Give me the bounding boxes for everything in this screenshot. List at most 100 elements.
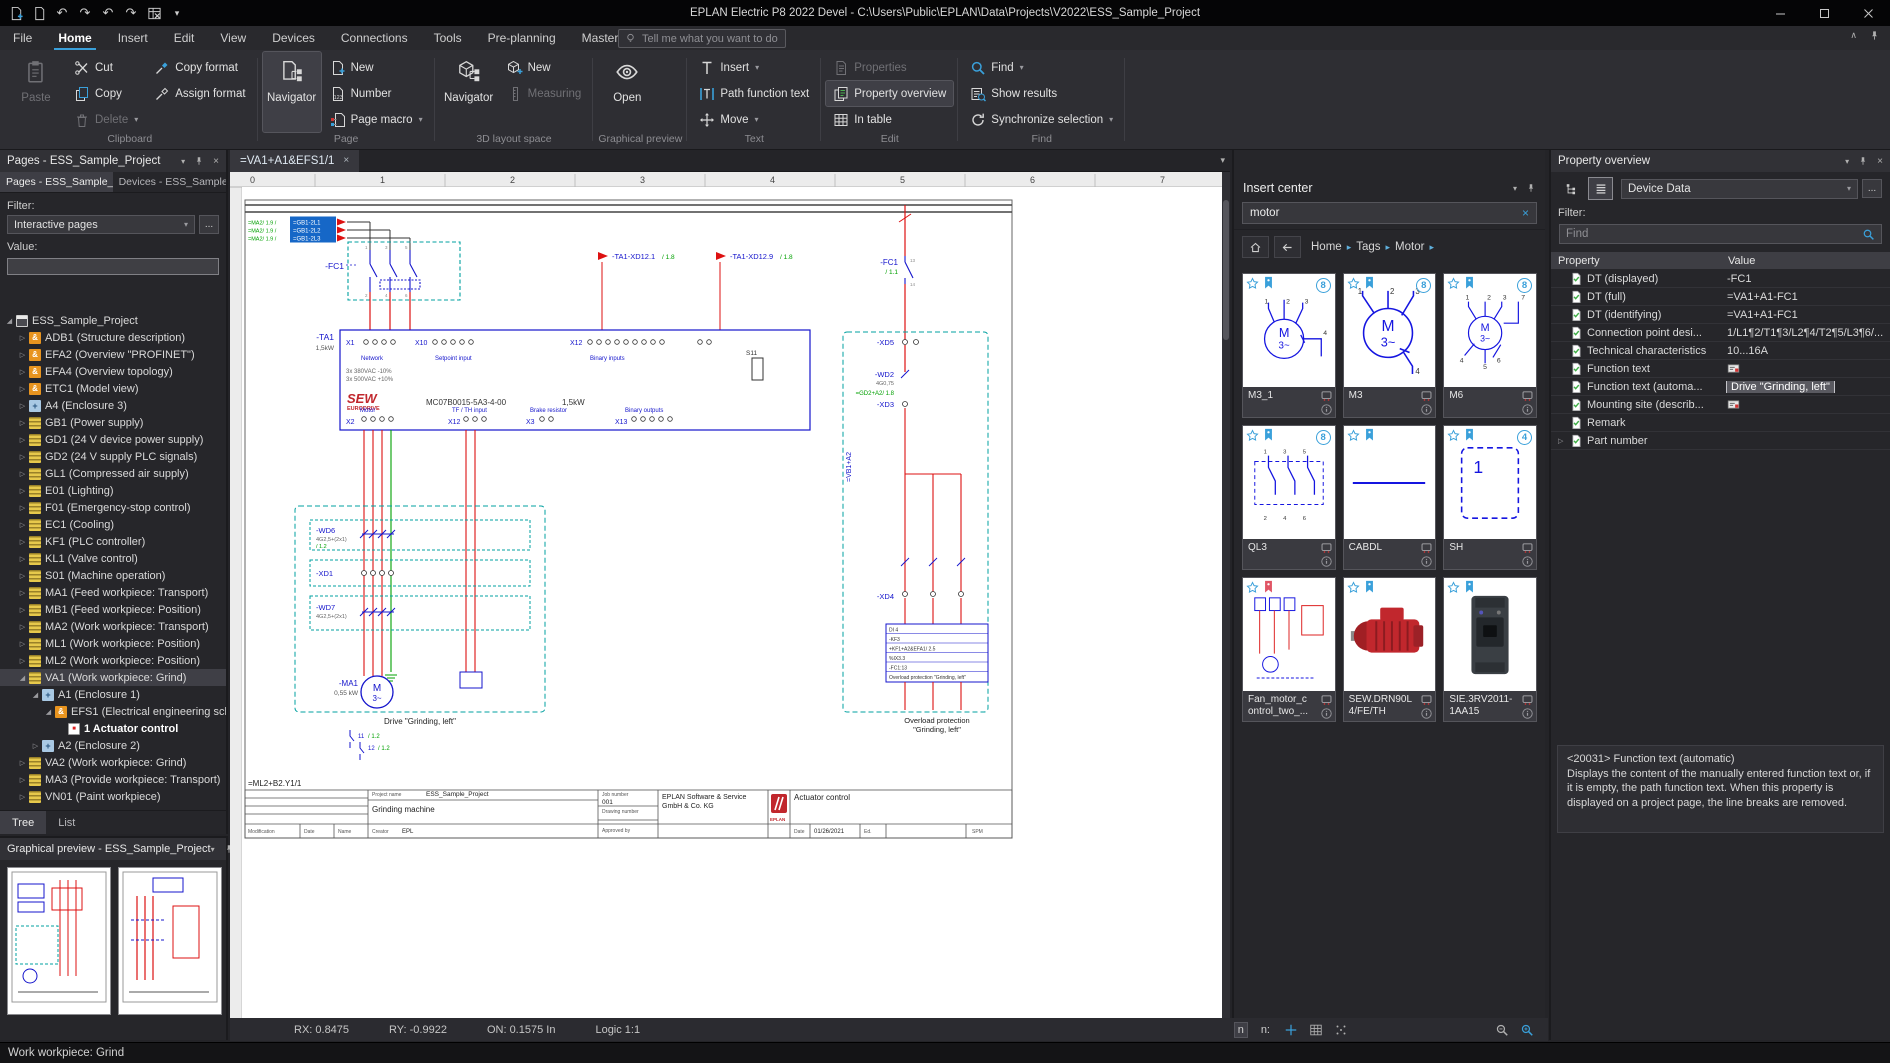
chevron-down-icon[interactable]: ▾	[211, 845, 215, 854]
tree-expander[interactable]: ▷	[17, 521, 28, 529]
assign-format-button[interactable]: Assign format	[147, 81, 252, 106]
multiline-edit-icon[interactable]	[1727, 362, 1740, 375]
insert-tile-m3-1[interactable]: 1234M3~8M3_1	[1242, 273, 1336, 418]
macro-variant-icon[interactable]	[1420, 693, 1433, 706]
copy-format-button[interactable]: Copy format	[147, 55, 252, 80]
insert-tile-fan-motor-c[interactable]: Fan_motor_control_two_...	[1242, 577, 1336, 722]
clear-search-icon[interactable]: ×	[1522, 206, 1529, 220]
zoom-in-icon[interactable]	[1520, 1023, 1534, 1037]
insert-mode-alt-icon[interactable]: n:	[1258, 1023, 1273, 1037]
property-value-cell[interactable]	[1723, 398, 1890, 411]
doc-tab-devices[interactable]: Devices - ESS_Sample_Pr...	[113, 172, 226, 192]
tree-expander[interactable]: ▷	[17, 555, 28, 563]
tree-expander[interactable]: ▷	[17, 572, 28, 580]
bookmark-icon[interactable]	[1464, 276, 1475, 290]
toolbar-options-icon[interactable]: ▾	[167, 3, 187, 23]
macro-variant-icon[interactable]	[1420, 541, 1433, 554]
tree-item[interactable]: ▷&EFA2 (Overview "PROFINET")	[0, 346, 226, 363]
chevron-down-icon[interactable]: ▾	[1845, 157, 1849, 166]
tree-expander[interactable]: ▷	[17, 470, 28, 478]
property-row[interactable]: Technical characteristics10...16A	[1551, 342, 1890, 360]
navigator-button[interactable]: Navigator	[440, 52, 498, 132]
insert-tile-sew-drn90l[interactable]: SEW.DRN90L4/FE/TH	[1343, 577, 1437, 722]
info-icon[interactable]	[1320, 403, 1333, 416]
tree-item[interactable]: ◢&EFS1 (Electrical engineering schem...	[0, 703, 226, 720]
property-row[interactable]: Function text	[1551, 360, 1890, 378]
tree-item[interactable]: ▷KF1 (PLC controller)	[0, 533, 226, 550]
in-table-button[interactable]: In table	[826, 107, 953, 132]
property-row[interactable]: Connection point desi...1/L1¶2/T1¶3/L2¶4…	[1551, 324, 1890, 342]
cut-button[interactable]: Cut	[67, 55, 145, 80]
undo-icon[interactable]: ↶	[52, 3, 72, 23]
path-function-text-button[interactable]: Path function text	[692, 81, 816, 106]
tree-expander[interactable]: ▷	[17, 402, 28, 410]
tree-expander[interactable]: ▷	[17, 589, 28, 597]
tree-expander[interactable]: ◢	[17, 674, 28, 682]
property-value-cell[interactable]: -FC1	[1723, 273, 1890, 285]
favorite-star-icon[interactable]	[1246, 581, 1259, 594]
tree-expander[interactable]: ▷	[17, 606, 28, 614]
pin-icon[interactable]	[194, 156, 204, 166]
tree-expander[interactable]: ▷	[17, 623, 28, 631]
tree-item[interactable]: ◢+A1 (Enclosure 1)	[0, 686, 226, 703]
crosshair-icon[interactable]	[1284, 1023, 1298, 1037]
bookmark-icon[interactable]	[1464, 428, 1475, 442]
favorite-star-icon[interactable]	[1447, 429, 1460, 442]
tree-item[interactable]: ▷ML1 (Work workpiece: Position)	[0, 635, 226, 652]
ribbon-tab-home[interactable]: Home	[45, 26, 104, 50]
property-value-cell[interactable]	[1723, 362, 1890, 375]
tree-item[interactable]: ▷EC1 (Cooling)	[0, 516, 226, 533]
macro-variant-icon[interactable]	[1320, 541, 1333, 554]
ribbon-tab-insert[interactable]: Insert	[105, 26, 161, 50]
macro-variant-icon[interactable]	[1521, 541, 1534, 554]
page-macro-button[interactable]: Page macro▾	[323, 107, 430, 132]
tree-expander[interactable]: ▷	[17, 385, 28, 393]
tree-item[interactable]: ▷VA2 (Work workpiece: Grind)	[0, 754, 226, 771]
insert-tile-m6[interactable]: 1237456M3~8M6	[1443, 273, 1537, 418]
navigator-button[interactable]: Navigator	[263, 52, 321, 132]
minimize-button[interactable]	[1758, 0, 1802, 26]
number-button[interactable]: 123Number	[323, 81, 430, 106]
tree-expander[interactable]: ▷	[30, 742, 41, 750]
info-icon[interactable]	[1320, 555, 1333, 568]
maximize-button[interactable]	[1802, 0, 1846, 26]
document-tab[interactable]: =VA1+A1&EFS1/1 ×	[230, 150, 359, 172]
tree-item[interactable]: ▷GD2 (24 V supply PLC signals)	[0, 448, 226, 465]
home-button[interactable]	[1242, 236, 1269, 258]
tree-item[interactable]: ▷+A4 (Enclosure 3)	[0, 397, 226, 414]
insert-tile-m3[interactable]: 1234M3~8M3	[1343, 273, 1437, 418]
tree-item[interactable]: ▷ML2 (Work workpiece: Position)	[0, 652, 226, 669]
tree-expander[interactable]: ▷	[17, 640, 28, 648]
tree-expander[interactable]: ▷	[17, 776, 28, 784]
breadcrumb-item-tags[interactable]: Tags	[1356, 241, 1380, 253]
info-icon[interactable]	[1521, 707, 1534, 720]
pin-icon[interactable]	[1858, 156, 1868, 166]
property-row[interactable]: Function text (automa...Drive "Grinding,…	[1551, 378, 1890, 396]
tree-expander[interactable]: ▷	[17, 453, 28, 461]
property-row[interactable]: DT (identifying)=VA1+A1-FC1	[1551, 306, 1890, 324]
insert-tile-ql3[interactable]: 1352468QL3	[1242, 425, 1336, 570]
tree-expander[interactable]: ▷	[17, 419, 28, 427]
measuring-button[interactable]: Measuring	[500, 81, 589, 106]
scheme-more-button[interactable]: ...	[1862, 179, 1882, 198]
bookmark-icon[interactable]	[1364, 580, 1375, 594]
new-page-icon[interactable]	[6, 3, 26, 23]
property-row[interactable]: DT (displayed)-FC1	[1551, 270, 1890, 288]
close-project-icon[interactable]	[144, 3, 164, 23]
tree-expander[interactable]: ▷	[17, 504, 28, 512]
close-button[interactable]	[1846, 0, 1890, 26]
tree-item[interactable]: ▷GL1 (Compressed air supply)	[0, 465, 226, 482]
info-icon[interactable]	[1420, 707, 1433, 720]
new-button[interactable]: New	[500, 55, 589, 80]
redo-list-icon[interactable]: ↷	[121, 3, 141, 23]
copy-button[interactable]: Copy	[67, 81, 145, 106]
undo-list-icon[interactable]: ↶	[98, 3, 118, 23]
property-overview-button[interactable]: Property overview	[826, 81, 953, 106]
open-button[interactable]: Open	[598, 52, 656, 132]
new-button[interactable]: New	[323, 55, 430, 80]
macro-variant-icon[interactable]	[1420, 389, 1433, 402]
tree-item[interactable]: ▷MA3 (Provide workpiece: Transport)	[0, 771, 226, 788]
insert-tile-cabdl[interactable]: CABDL	[1343, 425, 1437, 570]
snap-points-icon[interactable]	[1334, 1023, 1348, 1037]
open-page-icon[interactable]	[29, 3, 49, 23]
